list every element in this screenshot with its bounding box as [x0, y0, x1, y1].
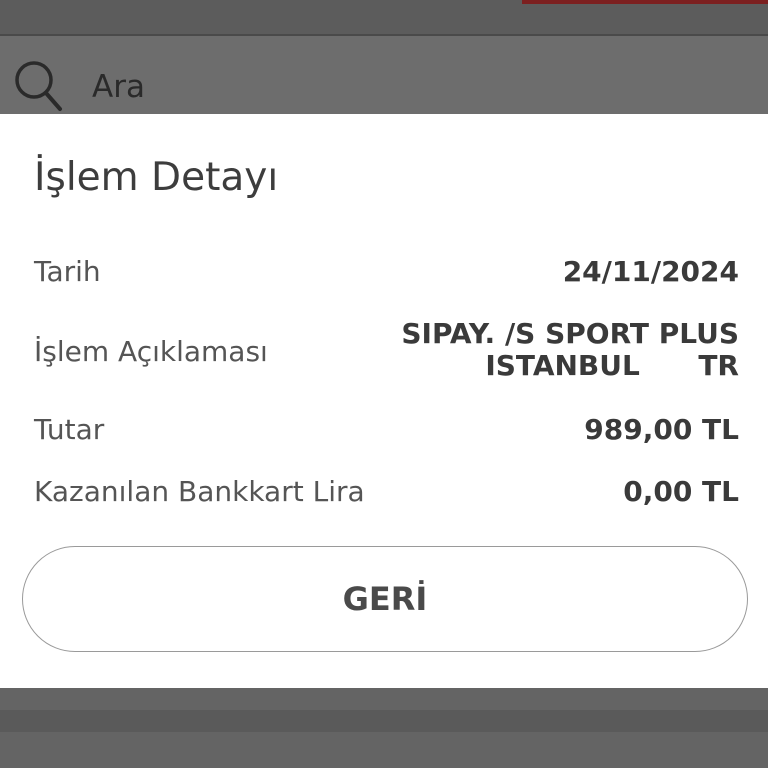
description-value-line-1: SIPAY. /S SPORT PLUS: [401, 317, 739, 350]
description-label: İşlem Açıklaması: [34, 335, 268, 368]
amount-value-line: 989,00 TL: [584, 413, 739, 446]
date-label: Tarih: [34, 255, 101, 288]
top-bar-accent: [522, 0, 768, 4]
search-placeholder: Ara: [92, 69, 145, 105]
date-value: 24/11/2024: [563, 256, 739, 288]
bankkart-lira-value-line: 0,00 TL: [623, 475, 739, 508]
background-bottom-strip: [0, 710, 768, 732]
amount-label: Tutar: [34, 413, 105, 446]
background-bottom-area: [0, 688, 768, 768]
bankkart-lira-label: Kazanılan Bankkart Lira: [34, 475, 365, 508]
background-top-bar: [0, 0, 768, 36]
modal-title: İşlem Detayı: [34, 155, 279, 200]
bankkart-lira-value: 0,00 TL: [623, 476, 739, 508]
amount-value: 989,00 TL: [584, 414, 739, 446]
background-search-bar: Ara: [0, 36, 768, 114]
search-icon: [10, 56, 68, 114]
transaction-detail-modal: İşlem Detayı Tarih 24/11/2024 İşlem Açık…: [0, 114, 768, 688]
description-value-line-2: ISTANBUL TR: [485, 349, 739, 382]
description-value: SIPAY. /S SPORT PLUS ISTANBUL TR: [401, 318, 739, 382]
date-value-line: 24/11/2024: [562, 255, 739, 288]
back-button[interactable]: GERİ: [22, 546, 748, 652]
